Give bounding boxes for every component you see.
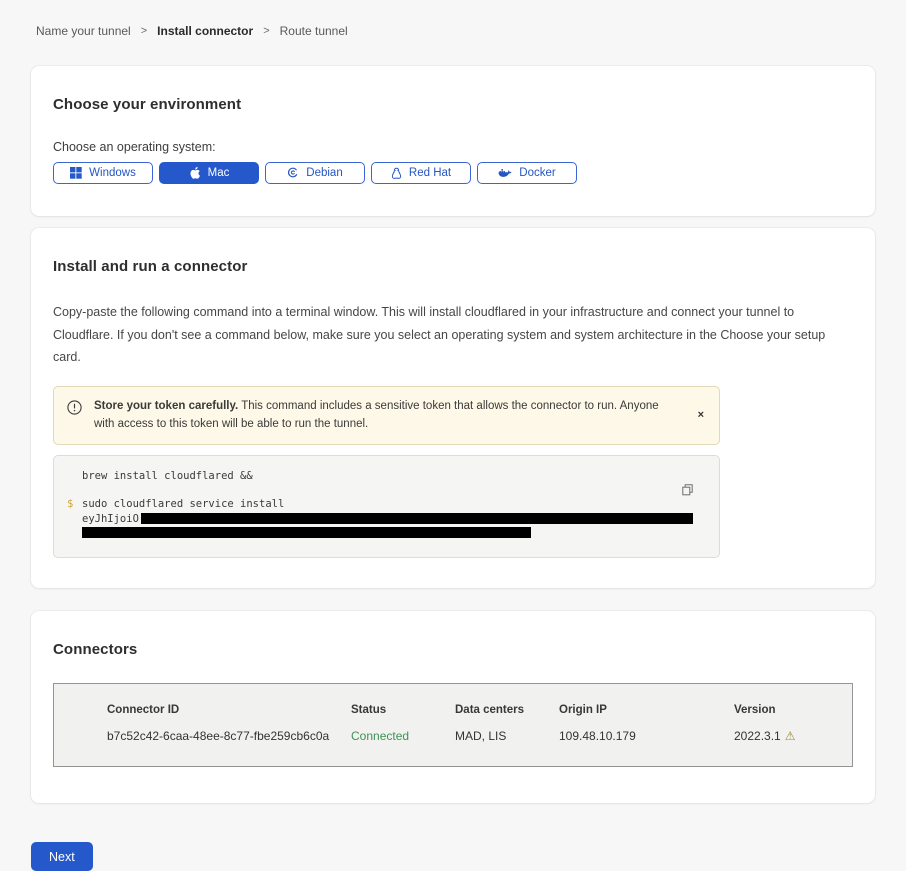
page: Name your tunnel > Install connector > R…: [0, 0, 906, 803]
connectors-table: Connector ID Status Data centers Origin …: [53, 683, 853, 767]
os-button-label: Red Hat: [409, 167, 451, 179]
terminal-command-block: brew install cloudflared && $ sudo cloud…: [53, 455, 720, 558]
terminal-line-sudo: $ sudo cloudflared service install: [54, 497, 719, 512]
os-button-label: Docker: [519, 167, 555, 179]
windows-logo-icon: [70, 167, 82, 179]
close-icon[interactable]: ×: [698, 409, 704, 421]
terminal-command-text: sudo cloudflared service install: [82, 498, 284, 510]
data-centers-value: MAD, LIS: [455, 729, 559, 743]
apple-logo-icon: [189, 166, 201, 180]
connector-id-value: b7c52c42-6caa-48ee-8c77-fbe259cb6c0a: [107, 729, 351, 743]
choose-environment-title: Choose your environment: [53, 96, 853, 113]
col-header-data-centers: Data centers: [455, 704, 559, 716]
terminal-line-brew: brew install cloudflared &&: [54, 469, 719, 484]
breadcrumb-name-your-tunnel[interactable]: Name your tunnel: [36, 24, 131, 38]
terminal-token-line: eyJhIjoiO: [54, 512, 719, 527]
version-value: 2022.3.1⚠: [734, 729, 842, 743]
origin-ip-value: 109.48.10.179: [559, 729, 734, 743]
tux-penguin-icon: [391, 167, 402, 180]
status-badge: Connected: [351, 729, 455, 743]
col-header-connector-id: Connector ID: [107, 704, 351, 716]
terminal-prompt: $: [67, 497, 73, 512]
col-header-origin-ip: Origin IP: [559, 704, 734, 716]
copy-icon[interactable]: [680, 482, 695, 501]
install-connector-card: Install and run a connector Copy-paste t…: [31, 228, 875, 588]
os-button-label: Windows: [89, 167, 136, 179]
col-header-version: Version: [734, 704, 842, 716]
choose-environment-card: Choose your environment Choose an operat…: [31, 66, 875, 216]
breadcrumb-route-tunnel[interactable]: Route tunnel: [280, 24, 348, 38]
version-warning-icon: ⚠: [785, 729, 796, 743]
docker-whale-icon: [498, 168, 512, 179]
debian-logo-icon: [287, 167, 299, 179]
breadcrumb-separator: >: [141, 25, 147, 37]
os-select-label: Choose an operating system:: [53, 140, 853, 154]
os-button-debian[interactable]: Debian: [265, 162, 365, 184]
install-connector-title: Install and run a connector: [53, 258, 853, 275]
warning-title: Store your token carefully.: [94, 400, 238, 412]
connectors-title: Connectors: [53, 641, 853, 658]
redacted-token-bar: [141, 513, 693, 524]
connectors-card: Connectors Connector ID Status Data cent…: [31, 611, 875, 803]
token-warning-banner: Store your token carefully. This command…: [53, 386, 720, 446]
os-button-group: Windows Mac Debian: [53, 162, 853, 184]
redacted-token-bar: [82, 527, 531, 538]
breadcrumb-install-connector[interactable]: Install connector: [157, 24, 253, 38]
os-button-label: Debian: [306, 167, 342, 179]
os-button-mac[interactable]: Mac: [159, 162, 259, 184]
breadcrumb: Name your tunnel > Install connector > R…: [31, 0, 875, 38]
os-button-redhat[interactable]: Red Hat: [371, 162, 471, 184]
alert-circle-icon: [67, 400, 82, 422]
os-button-docker[interactable]: Docker: [477, 162, 577, 184]
install-description: Copy-paste the following command into a …: [53, 301, 853, 369]
os-button-label: Mac: [208, 167, 230, 179]
next-button[interactable]: Next: [31, 842, 93, 871]
os-button-windows[interactable]: Windows: [53, 162, 153, 184]
token-prefix: eyJhIjoiO: [82, 513, 139, 525]
breadcrumb-separator: >: [263, 25, 269, 37]
col-header-status: Status: [351, 704, 455, 716]
